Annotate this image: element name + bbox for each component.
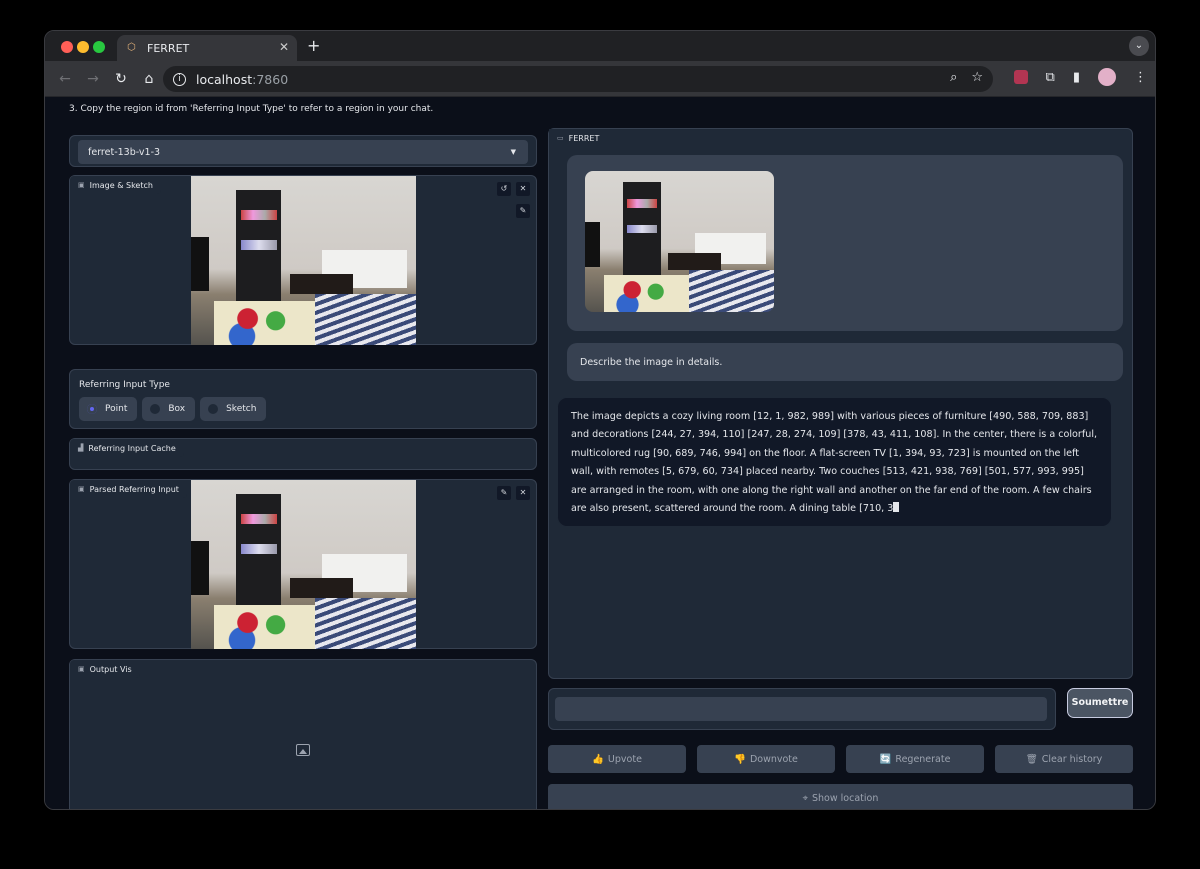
new-tab-button[interactable]: + — [307, 36, 320, 55]
chat-input[interactable] — [555, 697, 1047, 721]
location-icon: ⌖ — [802, 792, 808, 804]
puzzle-icon[interactable]: ⧉ — [1046, 70, 1055, 85]
forward-icon[interactable]: → — [79, 71, 107, 87]
submit-button[interactable]: Soumettre — [1067, 688, 1133, 718]
sidebar-icon[interactable]: ▮ — [1073, 70, 1080, 85]
close-window-button[interactable] — [61, 41, 73, 53]
minimize-window-button[interactable] — [77, 41, 89, 53]
referring-input-type-label: Referring Input Type — [79, 380, 170, 390]
chat-input-container — [548, 688, 1056, 730]
bot-message-text: The image depicts a cozy living room [12… — [571, 411, 1098, 515]
model-dropdown[interactable]: ferret-13b-v1-3 ▼ — [69, 135, 537, 167]
undo-icon[interactable]: ↺ — [497, 182, 511, 196]
streaming-cursor — [893, 502, 900, 513]
parsed-referring-input-panel: ▣ Parsed Referring Input ✎ ✕ — [69, 479, 537, 649]
output-vis-label: ▣ Output Vis — [70, 660, 140, 678]
bot-message: The image depicts a cozy living room [12… — [557, 397, 1112, 527]
regenerate-button[interactable]: 🔄 Regenerate — [846, 745, 984, 773]
url-port: :7860 — [252, 71, 289, 87]
browser-window: ⬡ FERRET ✕ + ⌄ ← → ↻ ⌂ i localhost :7860… — [44, 30, 1156, 810]
image-icon: ▣ — [78, 485, 85, 493]
radio-dot — [208, 404, 219, 414]
reload-icon[interactable]: ↻ — [107, 71, 135, 87]
tab-search-button[interactable]: ⌄ — [1129, 36, 1149, 56]
radio-point[interactable]: Point — [79, 397, 138, 421]
show-location-button[interactable]: ⌖ Show location — [548, 784, 1133, 809]
chatbot: ▭ FERRET Describe the image in details. … — [548, 128, 1133, 679]
clear-icon[interactable]: ✕ — [516, 486, 530, 500]
chat-icon: ▭ — [557, 134, 564, 142]
brush-icon[interactable]: ✎ — [516, 204, 530, 218]
regenerate-icon: 🔄 — [879, 753, 892, 765]
parsed-referring-input-label: ▣ Parsed Referring Input — [70, 480, 187, 498]
image-sketch-label: ▣ Image & Sketch — [70, 176, 161, 194]
image-sketch-panel[interactable]: ▣ Image & Sketch ↺ ✕ ✎ — [69, 175, 537, 345]
chat-image — [585, 171, 774, 312]
model-dropdown-value: ferret-13b-v1-3 — [88, 147, 161, 158]
tab-title: FERRET — [147, 41, 190, 55]
close-tab-icon[interactable]: ✕ — [279, 40, 289, 54]
tab-bar: ⬡ FERRET ✕ + ⌄ — [45, 31, 1155, 61]
thumbs-up-icon: 👍 — [592, 753, 604, 765]
address-bar[interactable]: i localhost :7860 ⌕ ☆ — [163, 66, 993, 92]
upvote-button[interactable]: 👍 Upvote — [548, 745, 686, 773]
url-host: localhost — [196, 71, 253, 87]
image-icon: ▣ — [78, 181, 85, 189]
home-icon[interactable]: ⌂ — [135, 71, 163, 87]
bookmark-star-icon[interactable]: ☆ — [971, 70, 983, 85]
instruction-text: 3. Copy the region id from 'Referring In… — [69, 104, 434, 114]
profile-avatar[interactable] — [1098, 68, 1116, 86]
trash-icon: 🗑 — [1025, 753, 1038, 765]
radio-dot — [87, 404, 97, 414]
living-room-image[interactable] — [191, 176, 416, 345]
zoom-icon[interactable]: ⌕ — [950, 70, 957, 85]
radio-dot — [150, 404, 161, 414]
info-icon[interactable]: i — [173, 72, 186, 86]
extension-icon[interactable] — [1013, 70, 1028, 84]
chatbot-label: ▭ FERRET — [549, 129, 608, 147]
edit-icon[interactable]: ✎ — [497, 486, 511, 500]
referring-input-cache-label: ▟ Referring Input Cache — [70, 439, 184, 457]
maximize-window-button[interactable] — [93, 41, 105, 53]
chevron-down-icon: ▼ — [510, 148, 516, 156]
gradio-page: 3. Copy the region id from 'Referring In… — [45, 98, 1155, 809]
favicon-icon: ⬡ — [127, 42, 136, 53]
clear-icon[interactable]: ✕ — [516, 182, 530, 196]
downvote-button[interactable]: 👎 Downvote — [697, 745, 835, 773]
image-placeholder-icon — [296, 744, 310, 756]
user-text-message: Describe the image in details. — [567, 343, 1123, 381]
referring-input-type: Referring Input Type Point Box Sketch — [69, 369, 537, 429]
image-icon: ▣ — [78, 665, 85, 673]
user-image-message — [567, 155, 1123, 331]
output-vis-panel: ▣ Output Vis — [69, 659, 537, 809]
browser-toolbar: ← → ↻ ⌂ i localhost :7860 ⌕ ☆ ⧉ ▮ ⋮ — [45, 61, 1155, 97]
browser-tab[interactable]: ⬡ FERRET ✕ — [117, 35, 297, 61]
referring-input-cache: ▟ Referring Input Cache — [69, 438, 537, 470]
radio-box[interactable]: Box — [142, 397, 196, 421]
parsed-image — [191, 480, 416, 649]
thumbs-down-icon: 👎 — [734, 753, 746, 765]
back-icon[interactable]: ← — [51, 71, 79, 87]
radio-sketch[interactable]: Sketch — [200, 397, 267, 421]
menu-icon[interactable]: ⋮ — [1134, 70, 1147, 85]
clear-history-button[interactable]: 🗑 Clear history — [995, 745, 1133, 773]
chart-icon: ▟ — [78, 444, 84, 452]
